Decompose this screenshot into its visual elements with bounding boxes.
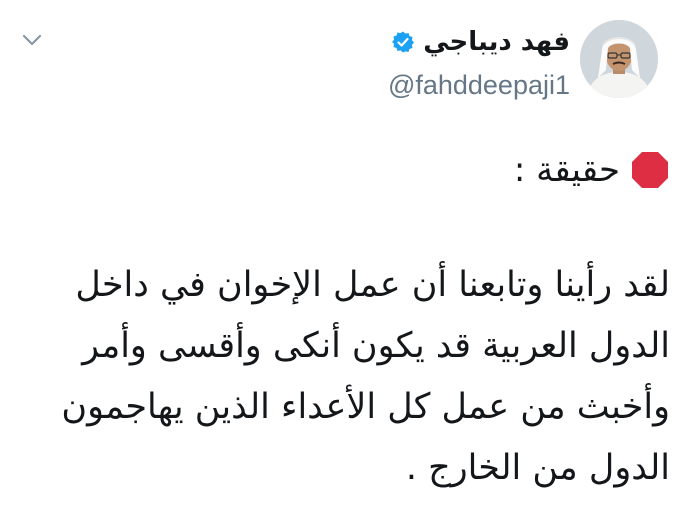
tweet-line: وأخبث من عمل كل الأعداء الذين يهاجمون [61,387,670,427]
tweet-line: الدول العربية قد يكون أنكى وأقسى وأمر [82,326,670,366]
tweet-line: الدول من الخارج . [405,448,670,488]
display-name-row: فهد ديباجي [388,22,570,62]
display-name[interactable]: فهد ديباجي [423,22,570,62]
tweet-card: فهد ديباجي @fahddeepaji1 حقيقة : لقد رأي… [0,0,700,509]
chevron-down-icon [22,34,42,46]
verified-badge-icon [392,31,415,53]
stop-sign-icon [632,152,668,188]
avatar[interactable] [580,20,658,98]
tweet-heading: حقيقة : [30,140,670,200]
more-options-button[interactable] [18,28,46,52]
tweet-heading-text: حقيقة : [513,150,620,190]
tweet-line: لقد رأينا وتابعنا أن عمل الإخوان في داخل [75,265,670,305]
tweet-author[interactable]: فهد ديباجي @fahddeepaji1 [388,22,570,102]
tweet-paragraph: لقد رأينا وتابعنا أن عمل الإخوان في داخل… [30,255,670,499]
user-handle[interactable]: @fahddeepaji1 [388,68,570,102]
tweet-text: حقيقة : لقد رأينا وتابعنا أن عمل الإخوان… [30,140,670,499]
